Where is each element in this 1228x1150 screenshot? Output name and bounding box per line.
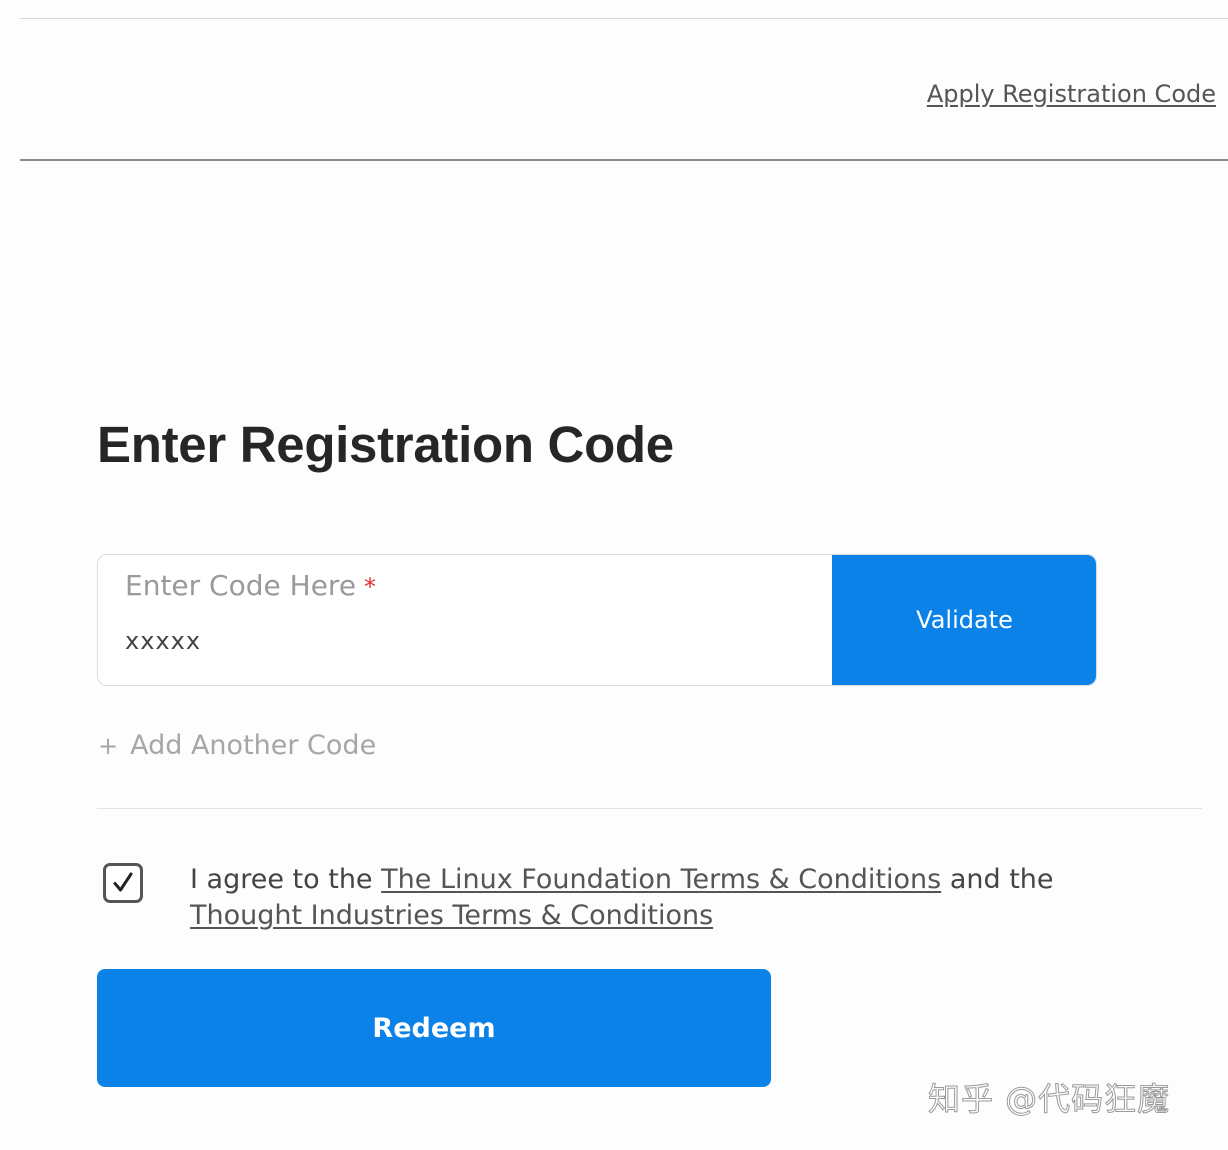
code-field-label-text: Enter Code Here: [125, 569, 357, 602]
checkmark-icon: [113, 872, 133, 892]
terms-agreement-text: I agree to the The Linux Foundation Term…: [190, 862, 1150, 934]
page-title: Enter Registration Code: [97, 416, 674, 473]
terms-agreement-checkbox[interactable]: [103, 863, 143, 903]
validate-button[interactable]: Validate: [832, 555, 1096, 685]
section-divider: [97, 808, 1202, 809]
thought-industries-terms-link[interactable]: Thought Industries Terms & Conditions: [190, 900, 713, 931]
zhihu-watermark: 知乎 @代码狂魔: [927, 1080, 1171, 1119]
apply-registration-code-link[interactable]: Apply Registration Code: [927, 80, 1216, 108]
top-divider: [20, 18, 1228, 19]
redeem-button[interactable]: Redeem: [97, 969, 771, 1087]
add-another-code-button[interactable]: + Add Another Code: [98, 730, 376, 761]
agreement-prefix: I agree to the: [190, 864, 373, 895]
required-asterisk: *: [364, 573, 377, 601]
agreement-middle: and the: [949, 864, 1054, 895]
add-another-code-label: Add Another Code: [130, 730, 377, 761]
linux-foundation-terms-link[interactable]: The Linux Foundation Terms & Conditions: [381, 864, 941, 895]
code-field-label: Enter Code Here *: [125, 569, 376, 602]
header-divider: [20, 159, 1228, 161]
registration-code-field: Enter Code Here* Validate: [97, 554, 1097, 686]
registration-code-input[interactable]: [125, 627, 805, 655]
plus-icon: +: [98, 732, 119, 760]
